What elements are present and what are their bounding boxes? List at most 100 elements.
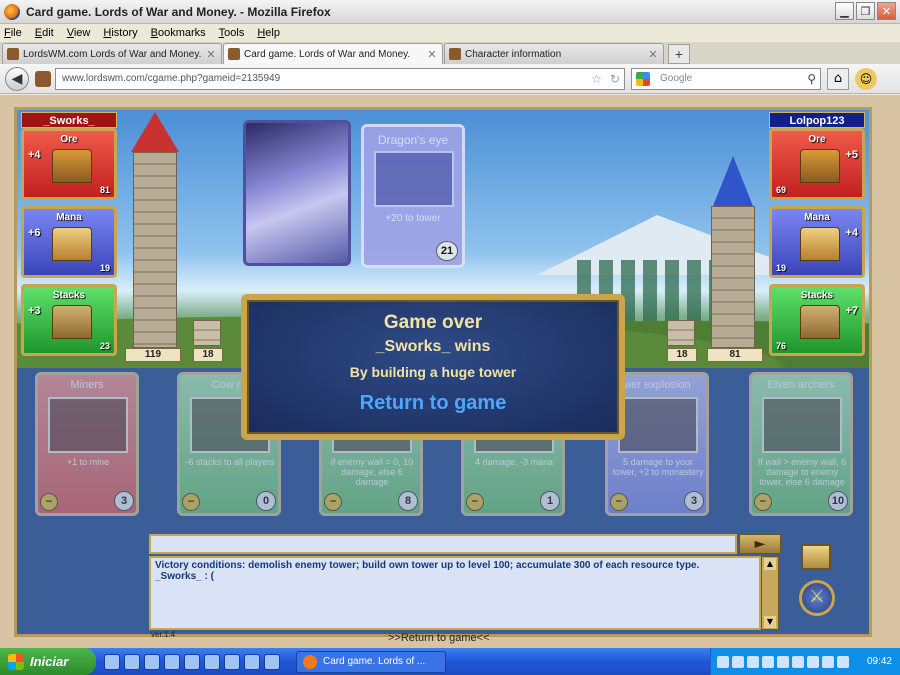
quick-launch-icon[interactable]: [164, 653, 180, 670]
quick-launch-icon[interactable]: [244, 653, 260, 670]
menu-view[interactable]: View: [67, 27, 91, 39]
played-card: Dragon's eye +20 to tower 21: [361, 124, 465, 268]
close-tab-icon[interactable]: ✕: [426, 48, 438, 61]
address-bar[interactable]: www.lordswm.com/cgame.php?gameid=2135949…: [55, 67, 625, 90]
card-desc: If wall > enemy wall, 6 damage to enemy …: [757, 457, 847, 487]
tray-icon[interactable]: [837, 655, 849, 668]
right-stacks-panel: Stacks +7 76: [769, 284, 865, 356]
site-icon: [7, 48, 19, 60]
menu-history[interactable]: History: [103, 27, 137, 39]
quick-launch-icon[interactable]: [124, 653, 140, 670]
chat-scrollbar[interactable]: ▲ ▼: [761, 556, 779, 630]
right-tower-height: 81: [707, 348, 763, 362]
close-button[interactable]: ✕: [877, 2, 896, 20]
tray-icon[interactable]: [732, 655, 744, 668]
site-identity-icon[interactable]: [35, 70, 51, 87]
right-wall: [667, 320, 695, 346]
tray-icon[interactable]: [747, 655, 759, 668]
card-cost: 0: [256, 491, 276, 511]
discard-button[interactable]: −: [754, 493, 772, 511]
menu-file[interactable]: File: [4, 27, 22, 39]
card-name: Elven archers: [767, 379, 835, 391]
left-player-name: _Sworks_: [21, 112, 117, 128]
search-input[interactable]: Google ⚲: [631, 67, 821, 90]
tray-icon[interactable]: [762, 655, 774, 668]
tray-icon[interactable]: [777, 655, 789, 668]
menu-tools[interactable]: Tools: [219, 27, 245, 39]
discard-button[interactable]: −: [40, 493, 58, 511]
win-reason: By building a huge tower: [349, 364, 517, 380]
quick-launch-icon[interactable]: [144, 653, 160, 670]
resource-name: Mana: [804, 212, 830, 223]
tray-icon[interactable]: [717, 655, 729, 668]
start-button[interactable]: Iniciar: [0, 648, 96, 675]
mine-building-icon: [800, 149, 840, 183]
mine-building-icon: [52, 149, 92, 183]
game-over-title: Game over: [383, 312, 483, 333]
surrender-button[interactable]: ⚔: [799, 580, 835, 616]
winner-text: _Sworks_ wins: [375, 338, 491, 355]
left-ore-panel: Ore +4 81: [21, 128, 117, 200]
taskbar-firefox-button[interactable]: Card game. Lords of ...: [296, 650, 446, 673]
tab-character-info[interactable]: Character information ✕: [444, 43, 664, 64]
chat-input[interactable]: [149, 534, 737, 554]
send-button[interactable]: ►: [739, 534, 781, 554]
right-tower-roof: [713, 156, 753, 206]
menu-edit[interactable]: Edit: [35, 27, 54, 39]
maximize-button[interactable]: ❐: [856, 2, 875, 20]
resource-amount: 69: [776, 185, 787, 195]
tray-icon[interactable]: [822, 655, 834, 668]
discard-button[interactable]: −: [466, 493, 484, 511]
site-icon: [449, 48, 461, 60]
barracks-building-icon: [800, 305, 840, 339]
resource-increment: +3: [28, 305, 41, 317]
reload-icon[interactable]: ↻: [610, 72, 620, 86]
tab-card-game[interactable]: Card game. Lords of War and Money. ✕: [223, 43, 443, 64]
hand-card[interactable]: Elven archers If wall > enemy wall, 6 da…: [749, 372, 853, 516]
right-ore-panel: Ore +5 69: [769, 128, 865, 200]
left-wall-height: 18: [193, 348, 223, 362]
quick-launch: [104, 653, 280, 670]
page-return-link[interactable]: >>Return to game<<: [388, 632, 490, 644]
left-tower: [133, 152, 177, 348]
card-image: [762, 397, 842, 453]
discard-button[interactable]: −: [610, 493, 628, 511]
tab-lordswm[interactable]: LordsWM.com Lords of War and Money. ... …: [2, 43, 222, 64]
window-controls: ▁ ❐ ✕: [835, 2, 896, 20]
scroll-down-icon[interactable]: ▼: [764, 616, 776, 628]
close-tab-icon[interactable]: ✕: [205, 48, 217, 61]
resource-amount: 19: [776, 263, 787, 273]
played-card-cost: 21: [436, 241, 458, 261]
quick-launch-icon[interactable]: [104, 653, 120, 670]
menu-help[interactable]: Help: [257, 27, 280, 39]
resource-name: Stacks: [800, 290, 834, 301]
tray-icon[interactable]: [807, 655, 819, 668]
quick-launch-icon[interactable]: [224, 653, 240, 670]
bookmark-star-icon[interactable]: ☆: [591, 72, 602, 86]
menu-bookmarks[interactable]: Bookmarks: [151, 27, 206, 39]
search-icon[interactable]: ⚲: [807, 72, 816, 86]
new-tab-button[interactable]: +: [668, 44, 690, 64]
discard-button[interactable]: −: [182, 493, 200, 511]
chat-toggle-button[interactable]: [801, 544, 831, 570]
minimize-button[interactable]: ▁: [835, 2, 854, 20]
scroll-up-icon[interactable]: ▲: [764, 558, 776, 570]
quick-launch-icon[interactable]: [204, 653, 220, 670]
quick-launch-icon[interactable]: [184, 653, 200, 670]
close-tab-icon[interactable]: ✕: [647, 48, 659, 61]
addon-icon[interactable]: ☺: [855, 67, 877, 90]
quick-launch-icon[interactable]: [264, 653, 280, 670]
home-button[interactable]: ⌂: [827, 67, 849, 90]
window-title: Card game. Lords of War and Money. - Moz…: [26, 4, 331, 19]
start-label: Iniciar: [30, 654, 69, 669]
tray-icon[interactable]: [792, 655, 804, 668]
played-card-image: [374, 151, 454, 207]
played-card-name: Dragon's eye: [377, 133, 449, 147]
back-button[interactable]: ◀: [5, 66, 29, 91]
hand-card[interactable]: Miners +1 to mine − 3: [35, 372, 139, 516]
system-tray: 09:42: [710, 648, 900, 675]
google-icon[interactable]: [636, 71, 650, 86]
return-to-game-link[interactable]: Return to game: [247, 392, 619, 415]
discard-button[interactable]: −: [324, 493, 342, 511]
windows-logo-icon: [8, 653, 24, 670]
